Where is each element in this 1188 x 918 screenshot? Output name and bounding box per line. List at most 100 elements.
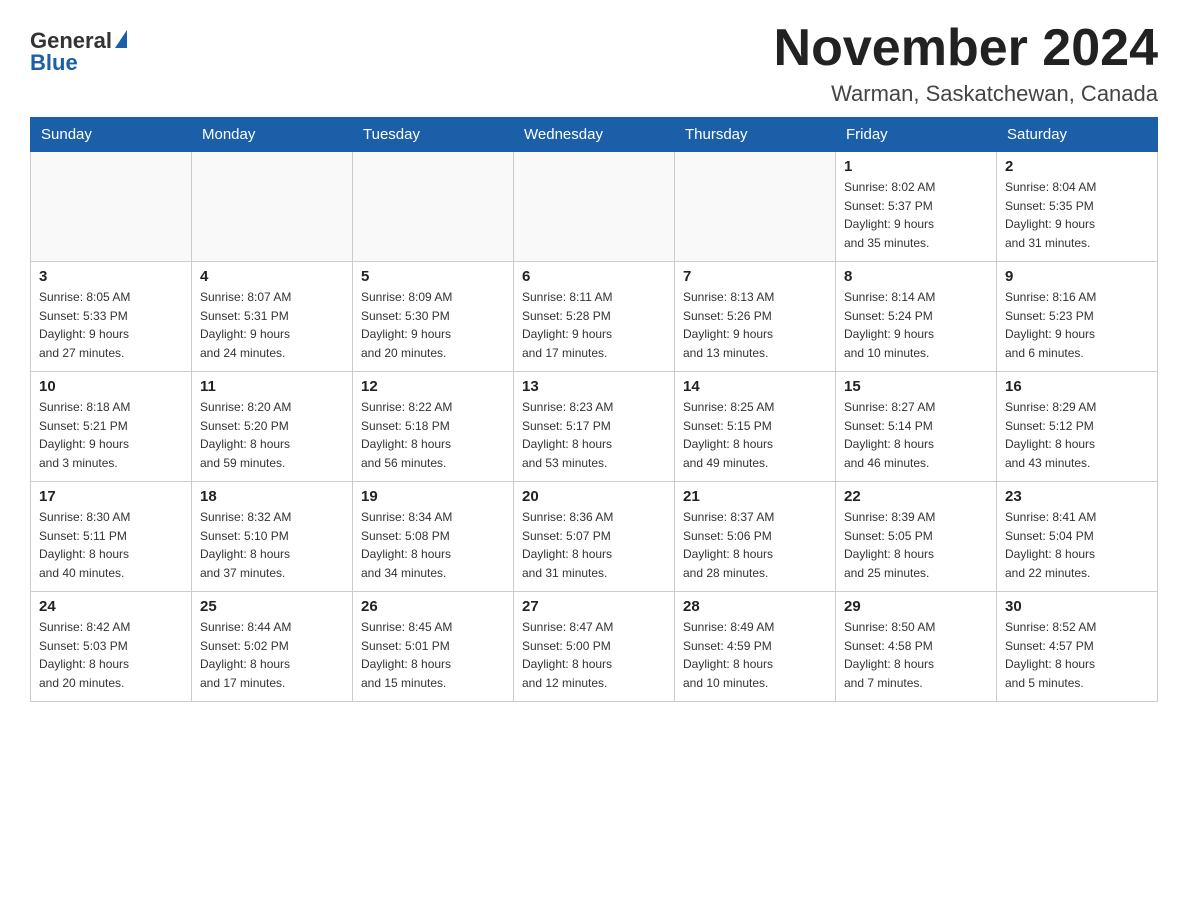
day-number: 15 xyxy=(844,378,988,395)
calendar-cell xyxy=(675,152,836,262)
weekday-header-friday: Friday xyxy=(836,118,997,152)
calendar-cell: 26Sunrise: 8:45 AM Sunset: 5:01 PM Dayli… xyxy=(353,592,514,702)
day-number: 11 xyxy=(200,378,344,395)
calendar-cell: 3Sunrise: 8:05 AM Sunset: 5:33 PM Daylig… xyxy=(31,262,192,372)
day-info: Sunrise: 8:13 AM Sunset: 5:26 PM Dayligh… xyxy=(683,288,827,362)
calendar-cell: 8Sunrise: 8:14 AM Sunset: 5:24 PM Daylig… xyxy=(836,262,997,372)
day-number: 21 xyxy=(683,488,827,505)
day-info: Sunrise: 8:18 AM Sunset: 5:21 PM Dayligh… xyxy=(39,398,183,472)
day-info: Sunrise: 8:07 AM Sunset: 5:31 PM Dayligh… xyxy=(200,288,344,362)
calendar-cell: 17 Sunrise: 8:30 AM Sunset: 5:11 PM Dayli… xyxy=(31,482,192,592)
day-info: Sunrise: 8:16 AM Sunset: 5:23 PM Dayligh… xyxy=(1005,288,1149,362)
calendar-cell xyxy=(514,152,675,262)
day-number: 2 xyxy=(1005,158,1149,175)
calendar-cell xyxy=(192,152,353,262)
logo-blue-text: Blue xyxy=(30,52,78,74)
day-info: Sunrise: 8:02 AM Sunset: 5:37 PM Dayligh… xyxy=(844,178,988,252)
week-row-2: 3Sunrise: 8:05 AM Sunset: 5:33 PM Daylig… xyxy=(31,262,1158,372)
calendar-cell: 21Sunrise: 8:37 AM Sunset: 5:06 PM Dayli… xyxy=(675,482,836,592)
day-number: 19 xyxy=(361,488,505,505)
day-info: Sunrise: 8:30 AM Sunset: 5:11 PM Dayligh… xyxy=(39,508,183,582)
day-number: 24 xyxy=(39,598,183,615)
calendar-cell: 14 Sunrise: 8:25 AM Sunset: 5:15 PM Dayli… xyxy=(675,372,836,482)
day-info: Sunrise: 8:39 AM Sunset: 5:05 PM Dayligh… xyxy=(844,508,988,582)
calendar-cell: 29 Sunrise: 8:50 AM Sunset: 4:58 PM Dayli… xyxy=(836,592,997,702)
calendar-cell: 6 Sunrise: 8:11 AM Sunset: 5:28 PM Daylig… xyxy=(514,262,675,372)
day-info: Sunrise: 8:32 AM Sunset: 5:10 PM Dayligh… xyxy=(200,508,344,582)
logo-general-text: General xyxy=(30,30,112,52)
day-info: Sunrise: 8:20 AM Sunset: 5:20 PM Dayligh… xyxy=(200,398,344,472)
day-info: Sunrise: 8:42 AM Sunset: 5:03 PM Dayligh… xyxy=(39,618,183,692)
calendar-cell: 27Sunrise: 8:47 AM Sunset: 5:00 PM Dayli… xyxy=(514,592,675,702)
day-number: 12 xyxy=(361,378,505,395)
day-info: Sunrise: 8:29 AM Sunset: 5:12 PM Dayligh… xyxy=(1005,398,1149,472)
day-info: Sunrise: 8:52 AM Sunset: 4:57 PM Dayligh… xyxy=(1005,618,1149,692)
day-info: Sunrise: 8:47 AM Sunset: 5:00 PM Dayligh… xyxy=(522,618,666,692)
day-number: 5 xyxy=(361,268,505,285)
day-number: 4 xyxy=(200,268,344,285)
calendar-cell: 5 Sunrise: 8:09 AM Sunset: 5:30 PM Daylig… xyxy=(353,262,514,372)
day-info: Sunrise: 8:34 AM Sunset: 5:08 PM Dayligh… xyxy=(361,508,505,582)
calendar-cell: 1 Sunrise: 8:02 AM Sunset: 5:37 PM Daylig… xyxy=(836,152,997,262)
day-number: 20 xyxy=(522,488,666,505)
day-info: Sunrise: 8:05 AM Sunset: 5:33 PM Dayligh… xyxy=(39,288,183,362)
day-number: 26 xyxy=(361,598,505,615)
day-number: 22 xyxy=(844,488,988,505)
calendar-cell: 22 Sunrise: 8:39 AM Sunset: 5:05 PM Dayli… xyxy=(836,482,997,592)
calendar-cell: 11 Sunrise: 8:20 AM Sunset: 5:20 PM Dayli… xyxy=(192,372,353,482)
weekday-header-thursday: Thursday xyxy=(675,118,836,152)
month-title: November 2024 xyxy=(774,20,1158,77)
day-info: Sunrise: 8:09 AM Sunset: 5:30 PM Dayligh… xyxy=(361,288,505,362)
calendar-cell xyxy=(31,152,192,262)
week-row-5: 24 Sunrise: 8:42 AM Sunset: 5:03 PM Dayli… xyxy=(31,592,1158,702)
day-info: Sunrise: 8:44 AM Sunset: 5:02 PM Dayligh… xyxy=(200,618,344,692)
day-info: Sunrise: 8:27 AM Sunset: 5:14 PM Dayligh… xyxy=(844,398,988,472)
calendar-cell: 2 Sunrise: 8:04 AM Sunset: 5:35 PM Daylig… xyxy=(997,152,1158,262)
day-number: 9 xyxy=(1005,268,1149,285)
calendar-cell: 12 Sunrise: 8:22 AM Sunset: 5:18 PM Dayli… xyxy=(353,372,514,482)
week-row-4: 17 Sunrise: 8:30 AM Sunset: 5:11 PM Dayli… xyxy=(31,482,1158,592)
weekday-header-tuesday: Tuesday xyxy=(353,118,514,152)
day-number: 29 xyxy=(844,598,988,615)
calendar-cell: 25 Sunrise: 8:44 AM Sunset: 5:02 PM Dayli… xyxy=(192,592,353,702)
calendar-cell: 10Sunrise: 8:18 AM Sunset: 5:21 PM Dayli… xyxy=(31,372,192,482)
day-number: 7 xyxy=(683,268,827,285)
calendar-cell: 23Sunrise: 8:41 AM Sunset: 5:04 PM Dayli… xyxy=(997,482,1158,592)
day-info: Sunrise: 8:25 AM Sunset: 5:15 PM Dayligh… xyxy=(683,398,827,472)
day-number: 13 xyxy=(522,378,666,395)
calendar-cell xyxy=(353,152,514,262)
calendar-cell: 19 Sunrise: 8:34 AM Sunset: 5:08 PM Dayli… xyxy=(353,482,514,592)
day-number: 14 xyxy=(683,378,827,395)
weekday-header-saturday: Saturday xyxy=(997,118,1158,152)
day-info: Sunrise: 8:11 AM Sunset: 5:28 PM Dayligh… xyxy=(522,288,666,362)
day-info: Sunrise: 8:50 AM Sunset: 4:58 PM Dayligh… xyxy=(844,618,988,692)
weekday-header-row: SundayMondayTuesdayWednesdayThursdayFrid… xyxy=(31,118,1158,152)
logo: General Blue xyxy=(30,30,127,74)
calendar-cell: 20 Sunrise: 8:36 AM Sunset: 5:07 PM Dayli… xyxy=(514,482,675,592)
location-title: Warman, Saskatchewan, Canada xyxy=(774,81,1158,107)
day-info: Sunrise: 8:36 AM Sunset: 5:07 PM Dayligh… xyxy=(522,508,666,582)
day-info: Sunrise: 8:04 AM Sunset: 5:35 PM Dayligh… xyxy=(1005,178,1149,252)
day-number: 16 xyxy=(1005,378,1149,395)
weekday-header-wednesday: Wednesday xyxy=(514,118,675,152)
calendar-cell: 9 Sunrise: 8:16 AM Sunset: 5:23 PM Daylig… xyxy=(997,262,1158,372)
calendar-table: SundayMondayTuesdayWednesdayThursdayFrid… xyxy=(30,117,1158,702)
calendar-cell: 28 Sunrise: 8:49 AM Sunset: 4:59 PM Dayli… xyxy=(675,592,836,702)
day-number: 18 xyxy=(200,488,344,505)
day-number: 1 xyxy=(844,158,988,175)
calendar-cell: 4 Sunrise: 8:07 AM Sunset: 5:31 PM Daylig… xyxy=(192,262,353,372)
day-number: 6 xyxy=(522,268,666,285)
week-row-3: 10Sunrise: 8:18 AM Sunset: 5:21 PM Dayli… xyxy=(31,372,1158,482)
calendar-cell: 30Sunrise: 8:52 AM Sunset: 4:57 PM Dayli… xyxy=(997,592,1158,702)
day-info: Sunrise: 8:49 AM Sunset: 4:59 PM Dayligh… xyxy=(683,618,827,692)
day-info: Sunrise: 8:41 AM Sunset: 5:04 PM Dayligh… xyxy=(1005,508,1149,582)
day-number: 28 xyxy=(683,598,827,615)
week-row-1: 1 Sunrise: 8:02 AM Sunset: 5:37 PM Daylig… xyxy=(31,152,1158,262)
logo-triangle-icon xyxy=(115,30,127,48)
day-info: Sunrise: 8:22 AM Sunset: 5:18 PM Dayligh… xyxy=(361,398,505,472)
day-number: 25 xyxy=(200,598,344,615)
weekday-header-sunday: Sunday xyxy=(31,118,192,152)
day-number: 17 xyxy=(39,488,183,505)
day-info: Sunrise: 8:14 AM Sunset: 5:24 PM Dayligh… xyxy=(844,288,988,362)
page-header: General Blue November 2024 Warman, Saska… xyxy=(30,20,1158,107)
